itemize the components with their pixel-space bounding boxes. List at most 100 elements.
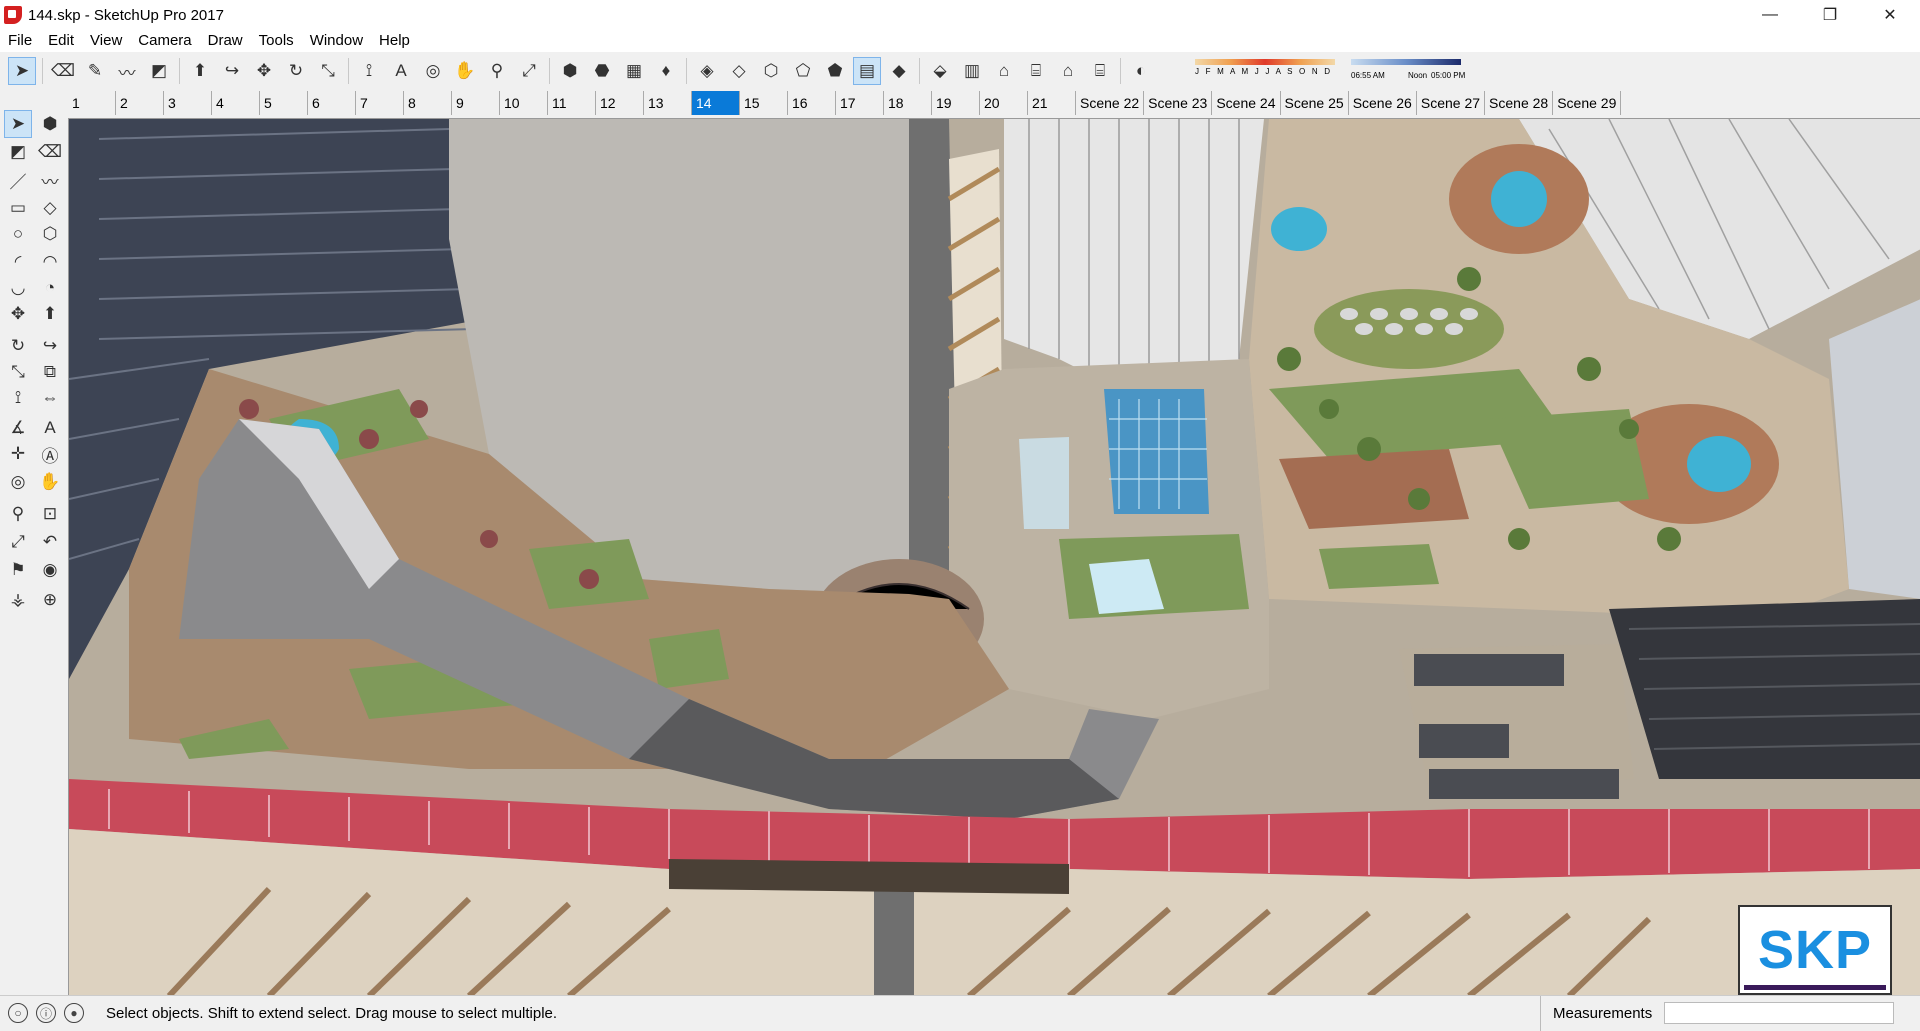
pan-icon[interactable]: ✋	[451, 57, 479, 85]
orbit-icon[interactable]: ◎	[419, 57, 447, 85]
scene-tab[interactable]: 17	[836, 91, 884, 115]
pencil-icon[interactable]: ✎	[81, 57, 109, 85]
xray-icon[interactable]: ◈	[693, 57, 721, 85]
scene-tab[interactable]: 19	[932, 91, 980, 115]
move-icon[interactable]: ✥	[250, 57, 278, 85]
scene-tab[interactable]: 11	[548, 91, 596, 115]
left-view-icon[interactable]: ⌸	[1086, 57, 1114, 85]
scene-tab[interactable]: 10	[500, 91, 548, 115]
offset-icon[interactable]: ⧉	[36, 358, 64, 386]
back-view-icon[interactable]: ⌂	[1054, 57, 1082, 85]
shaded-texture-icon[interactable]: ▤	[853, 57, 881, 85]
scale-icon[interactable]: ⤡	[314, 57, 342, 85]
scene-tab[interactable]: 7	[356, 91, 404, 115]
scene-tab[interactable]: 9	[452, 91, 500, 115]
scene-tab[interactable]: Scene 23	[1144, 91, 1213, 115]
shadow-toggle-icon[interactable]: ◐	[1127, 57, 1155, 85]
walk-icon[interactable]: ⚶	[4, 586, 32, 614]
menu-help[interactable]: Help	[371, 30, 418, 52]
top-view-icon[interactable]: ▥	[958, 57, 986, 85]
two-point-arc-icon[interactable]: ◠	[36, 248, 64, 276]
scene-tab[interactable]: 12	[596, 91, 644, 115]
menu-tools[interactable]: Tools	[251, 30, 302, 52]
rotated-rectangle-icon[interactable]: ◇	[36, 194, 64, 222]
rectangle-icon[interactable]: ▭	[4, 194, 32, 222]
scale-icon[interactable]: ⤡	[4, 358, 32, 386]
orbit-icon[interactable]: ◎	[4, 468, 32, 496]
monochrome-icon[interactable]: ◆	[885, 57, 913, 85]
polygon-icon[interactable]: ⬡	[36, 220, 64, 248]
rotate-icon[interactable]: ↻	[282, 57, 310, 85]
freehand-icon[interactable]: 〰	[113, 57, 141, 85]
section-plane-icon[interactable]: ⊕	[36, 586, 64, 614]
time-slider[interactable]	[1351, 59, 1461, 65]
dimension-icon[interactable]: ⇔	[36, 384, 64, 412]
component-icon[interactable]: ⬢	[556, 57, 584, 85]
scene-tab[interactable]: Scene 26	[1349, 91, 1417, 115]
circle-icon[interactable]: ○	[4, 220, 32, 248]
scene-tab[interactable]: Scene 27	[1417, 91, 1486, 115]
zoom-icon[interactable]: ⚲	[483, 57, 511, 85]
line-icon[interactable]: ／	[4, 166, 32, 194]
month-slider[interactable]	[1195, 59, 1335, 65]
position-camera-icon[interactable]: ⚑	[4, 556, 32, 584]
3d-text-icon[interactable]: Ⓐ	[36, 440, 64, 468]
scene-tab[interactable]: 18	[884, 91, 932, 115]
follow-me-icon[interactable]: ↪	[218, 57, 246, 85]
user-account-icon[interactable]: ●	[64, 1003, 84, 1023]
menu-window[interactable]: Window	[302, 30, 371, 52]
measurements-input[interactable]	[1664, 1002, 1894, 1024]
model-viewport[interactable]: SKP	[68, 118, 1920, 995]
shaded-icon[interactable]: ⬟	[821, 57, 849, 85]
pan-icon[interactable]: ✋	[36, 468, 64, 496]
scene-tab[interactable]: 5	[260, 91, 308, 115]
text-icon[interactable]: A	[387, 57, 415, 85]
restore-button[interactable]: ❐	[1800, 0, 1860, 30]
previous-view-icon[interactable]: ↶	[36, 528, 64, 556]
axes-icon[interactable]: ✛	[4, 440, 32, 468]
hidden-line-icon[interactable]: ⬠	[789, 57, 817, 85]
eraser-icon[interactable]: ⌫	[49, 57, 77, 85]
back-edges-icon[interactable]: ◇	[725, 57, 753, 85]
three-point-arc-icon[interactable]: ◡	[4, 274, 32, 302]
push-pull-icon[interactable]: ⬆	[36, 300, 64, 328]
scene-tab[interactable]: 14	[692, 91, 740, 115]
component-icon[interactable]: ⬢	[36, 110, 64, 138]
extension-icon[interactable]: ▦	[620, 57, 648, 85]
scene-tab[interactable]: 15	[740, 91, 788, 115]
eraser-icon[interactable]: ⌫	[36, 138, 64, 166]
iso-view-icon[interactable]: ⬙	[926, 57, 954, 85]
scene-tab[interactable]: 13	[644, 91, 692, 115]
scene-tab[interactable]: 4	[212, 91, 260, 115]
scene-tab[interactable]: 3	[164, 91, 212, 115]
warehouse-icon[interactable]: ⬣	[588, 57, 616, 85]
protractor-icon[interactable]: ∡	[4, 414, 32, 442]
zoom-window-icon[interactable]: ⊡	[36, 500, 64, 528]
scene-tab[interactable]: 21	[1028, 91, 1076, 115]
text-icon[interactable]: A	[36, 414, 64, 442]
geo-location-icon[interactable]: ○	[8, 1003, 28, 1023]
select-icon[interactable]: ➤	[4, 110, 32, 138]
menu-view[interactable]: View	[82, 30, 130, 52]
scene-tab[interactable]: 16	[788, 91, 836, 115]
scene-tab[interactable]: Scene 29	[1553, 91, 1622, 115]
ruby-icon[interactable]: ♦	[652, 57, 680, 85]
paint-icon[interactable]: ◩	[145, 57, 173, 85]
scene-tab[interactable]: Scene 24	[1212, 91, 1281, 115]
credits-icon[interactable]: ⓘ	[36, 1003, 56, 1023]
paint-bucket-icon[interactable]: ◩	[4, 138, 32, 166]
menu-edit[interactable]: Edit	[40, 30, 82, 52]
right-view-icon[interactable]: ⌸	[1022, 57, 1050, 85]
scene-tab[interactable]: 20	[980, 91, 1028, 115]
wireframe-icon[interactable]: ⬡	[757, 57, 785, 85]
zoom-extents-icon[interactable]: ⤢	[515, 57, 543, 85]
scene-tab[interactable]: 2	[116, 91, 164, 115]
menu-draw[interactable]: Draw	[200, 30, 251, 52]
arc-icon[interactable]: ◜	[4, 248, 32, 276]
scene-tab[interactable]: 8	[404, 91, 452, 115]
menu-file[interactable]: File	[0, 30, 40, 52]
move-icon[interactable]: ✥	[4, 300, 32, 328]
look-around-icon[interactable]: ◉	[36, 556, 64, 584]
freehand-icon[interactable]: 〰	[36, 166, 64, 194]
tape-measure-icon[interactable]: ⟟	[4, 384, 32, 412]
